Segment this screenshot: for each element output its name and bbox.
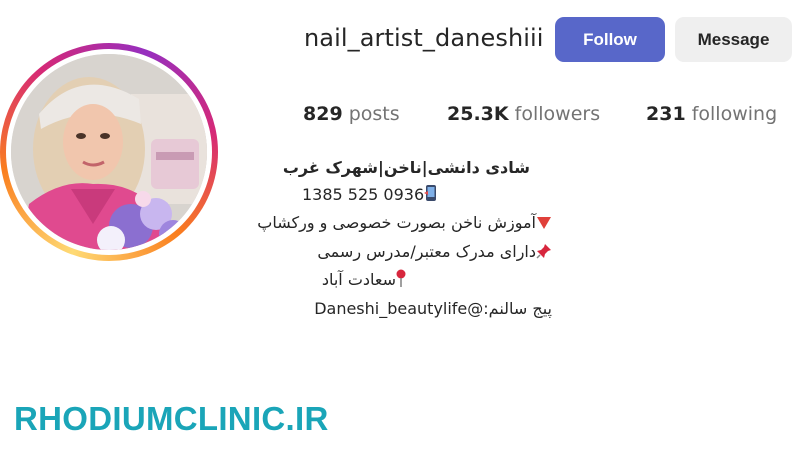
profile-avatar[interactable] [11, 54, 207, 250]
followers-count: 25.3K [447, 103, 509, 125]
story-ring[interactable] [0, 43, 218, 261]
bio-phone-line: 1385 525 0936 [302, 182, 552, 211]
bio-salon-link[interactable]: پیج سالنم:@Daneshi_beautylife [314, 299, 552, 318]
following-label: following [691, 103, 778, 125]
posts-label: posts [348, 103, 400, 125]
following-stat[interactable]: 231 following [646, 103, 777, 125]
bio-training-line: آموزش ناخن بصورت خصوصی و ورکشاپ [257, 210, 552, 239]
round-pushpin-icon [396, 269, 406, 296]
posts-count: 829 [303, 103, 343, 125]
bio-training: آموزش ناخن بصورت خصوصی و ورکشاپ [257, 213, 536, 232]
watermark-text: RHODIUMCLINIC.IR [14, 400, 329, 437]
profile-bio: شادی دانشی|ناخن|شهرک غرب 1385 525 0936 آ… [257, 155, 552, 323]
profile-username: nail_artist_daneshiii [304, 24, 544, 52]
bio-certificate-line: دارای مدرک معتبر/مدرس رسمی [302, 239, 552, 268]
follow-button[interactable]: Follow [555, 17, 665, 62]
avatar-photo [11, 54, 207, 250]
avatar-gap [6, 49, 212, 255]
bio-location-line: سعادت آباد [302, 267, 406, 296]
bio-location: سعادت آباد [321, 270, 396, 289]
mobile-phone-icon [424, 184, 438, 211]
followers-stat[interactable]: 25.3K followers [447, 103, 600, 125]
message-button[interactable]: Message [675, 17, 792, 62]
bio-certificate: دارای مدرک معتبر/مدرس رسمی [317, 241, 536, 261]
following-count: 231 [646, 103, 686, 125]
bio-link-line[interactable]: پیج سالنم:@Daneshi_beautylife [302, 296, 552, 323]
posts-stat: 829 posts [303, 103, 400, 125]
pushpin-icon [536, 241, 552, 268]
bio-name: شادی دانشی|ناخن|شهرک غرب [282, 158, 530, 177]
followers-label: followers [514, 103, 601, 125]
bio-phone: 1385 525 0936 [302, 184, 425, 204]
red-triangle-icon [536, 212, 552, 239]
